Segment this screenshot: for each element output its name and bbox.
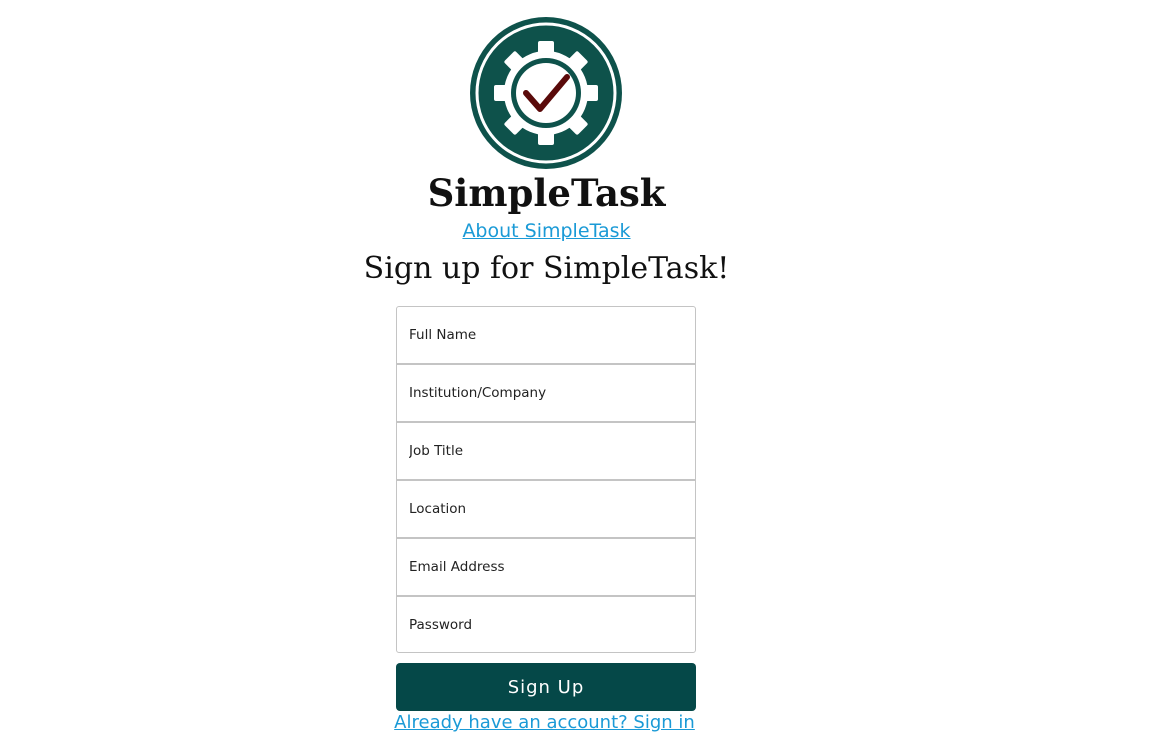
page-title: Sign up for SimpleTask! bbox=[363, 251, 730, 286]
job-title-input[interactable] bbox=[396, 422, 696, 480]
signup-page: SimpleTask About SimpleTask Sign up for … bbox=[0, 0, 1151, 749]
location-input[interactable] bbox=[396, 480, 696, 538]
about-link[interactable]: About SimpleTask bbox=[0, 218, 1093, 244]
sign-in-link[interactable]: Already have an account? Sign in bbox=[0, 710, 1089, 736]
gear-checkmark-icon bbox=[470, 17, 622, 169]
app-title: SimpleTask bbox=[427, 171, 666, 215]
email-input[interactable] bbox=[396, 538, 696, 596]
sign-up-button[interactable]: Sign Up bbox=[396, 663, 696, 711]
full-name-input[interactable] bbox=[396, 306, 696, 364]
institution-input[interactable] bbox=[396, 364, 696, 422]
password-input[interactable] bbox=[396, 596, 696, 653]
signup-form bbox=[396, 306, 696, 653]
